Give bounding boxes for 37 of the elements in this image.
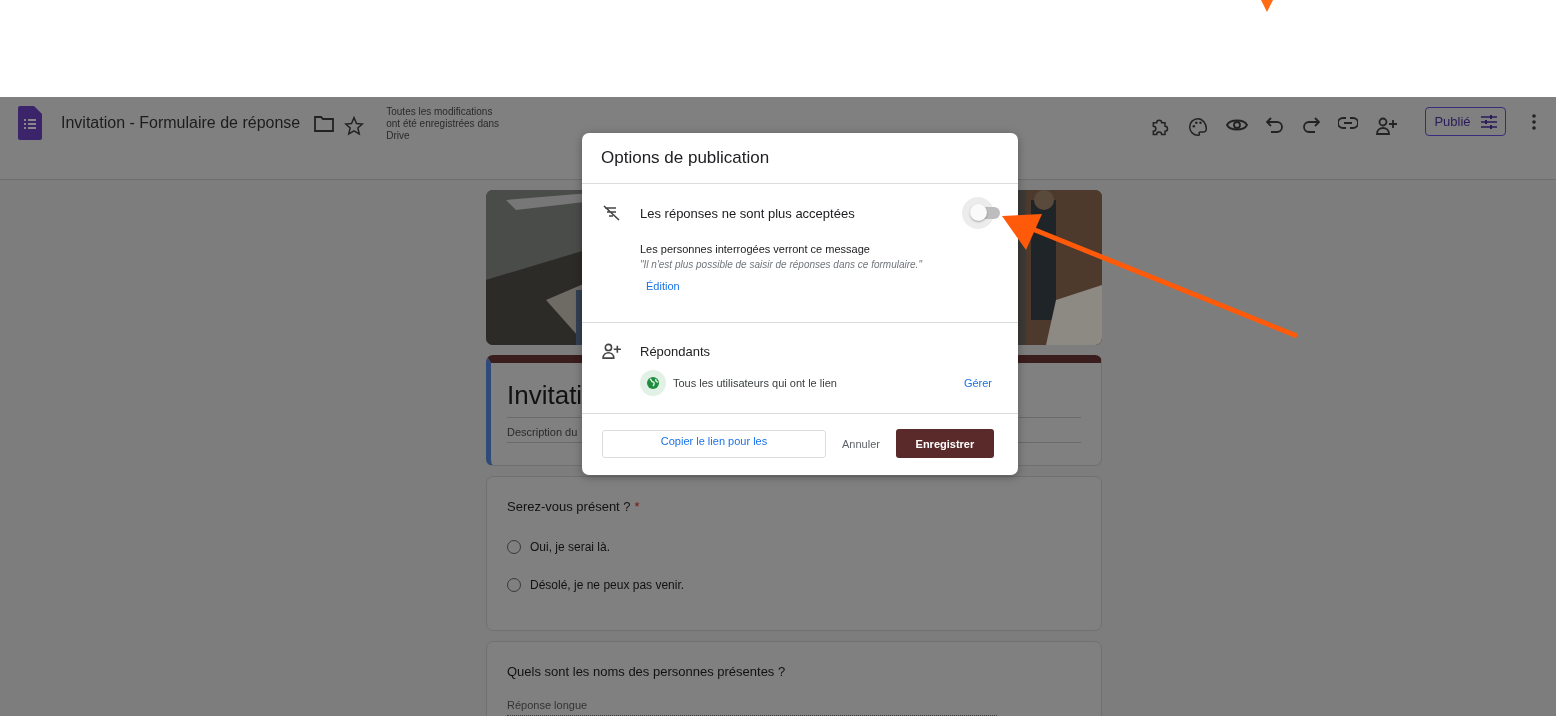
save-button[interactable]: Enregistrer <box>895 429 994 458</box>
published-button[interactable]: Publié <box>1425 107 1506 136</box>
redo-icon[interactable] <box>1302 117 1320 133</box>
save-status: Toutes les modifications ont été enregistrées dans Drive <box>386 106 501 142</box>
link-icon[interactable] <box>1338 117 1358 129</box>
manage-link[interactable]: Gérer <box>963 377 992 389</box>
cancel-button[interactable]: Annuler <box>836 429 886 458</box>
respondents-heading: Répondants <box>640 343 712 359</box>
option-label: Oui, je serai là. <box>530 540 611 554</box>
palette-icon[interactable] <box>1188 117 1208 137</box>
toggle-switch[interactable] <box>962 197 1002 229</box>
message-heading: Les personnes interrogées verront ce message <box>640 243 871 255</box>
dialog-title: Options de publication <box>582 133 1018 184</box>
accepting-label: Les réponses ne sont plus acceptées <box>640 205 856 221</box>
sliders-icon <box>1480 114 1497 129</box>
undo-icon[interactable] <box>1266 117 1284 133</box>
folder-icon[interactable] <box>314 116 335 132</box>
option-label: Désolé, je ne peux pas venir. <box>530 578 685 592</box>
audience-label: Tous les utilisateurs qui ont le lien <box>673 377 838 389</box>
eye-icon[interactable] <box>1226 117 1248 133</box>
edit-link[interactable]: Édition <box>646 280 680 292</box>
copy-link-button[interactable]: Copier le lien pour les <box>602 429 826 458</box>
add-person-icon[interactable] <box>1376 117 1398 135</box>
question-title: Serez-vous présent ? <box>507 499 631 514</box>
forms-icon[interactable] <box>18 106 42 140</box>
answer-field[interactable]: Réponse longue <box>507 693 997 716</box>
add-person-icon <box>602 343 622 359</box>
more-icon[interactable] <box>1532 114 1536 130</box>
puzzle-icon[interactable] <box>1150 117 1170 137</box>
required-mark: * <box>634 499 640 514</box>
question-title: Quels sont les noms des personnes présentes ? <box>507 664 786 679</box>
crossed-form-icon <box>602 205 622 221</box>
marker-icon <box>1261 0 1273 12</box>
star-icon[interactable] <box>344 116 365 136</box>
closed-message: "Il n'est plus possible de saisir de réponses dans ce formulaire." <box>640 259 924 270</box>
document-title[interactable]: Invitation - Formulaire de réponse <box>61 114 301 132</box>
globe-icon <box>640 370 666 396</box>
